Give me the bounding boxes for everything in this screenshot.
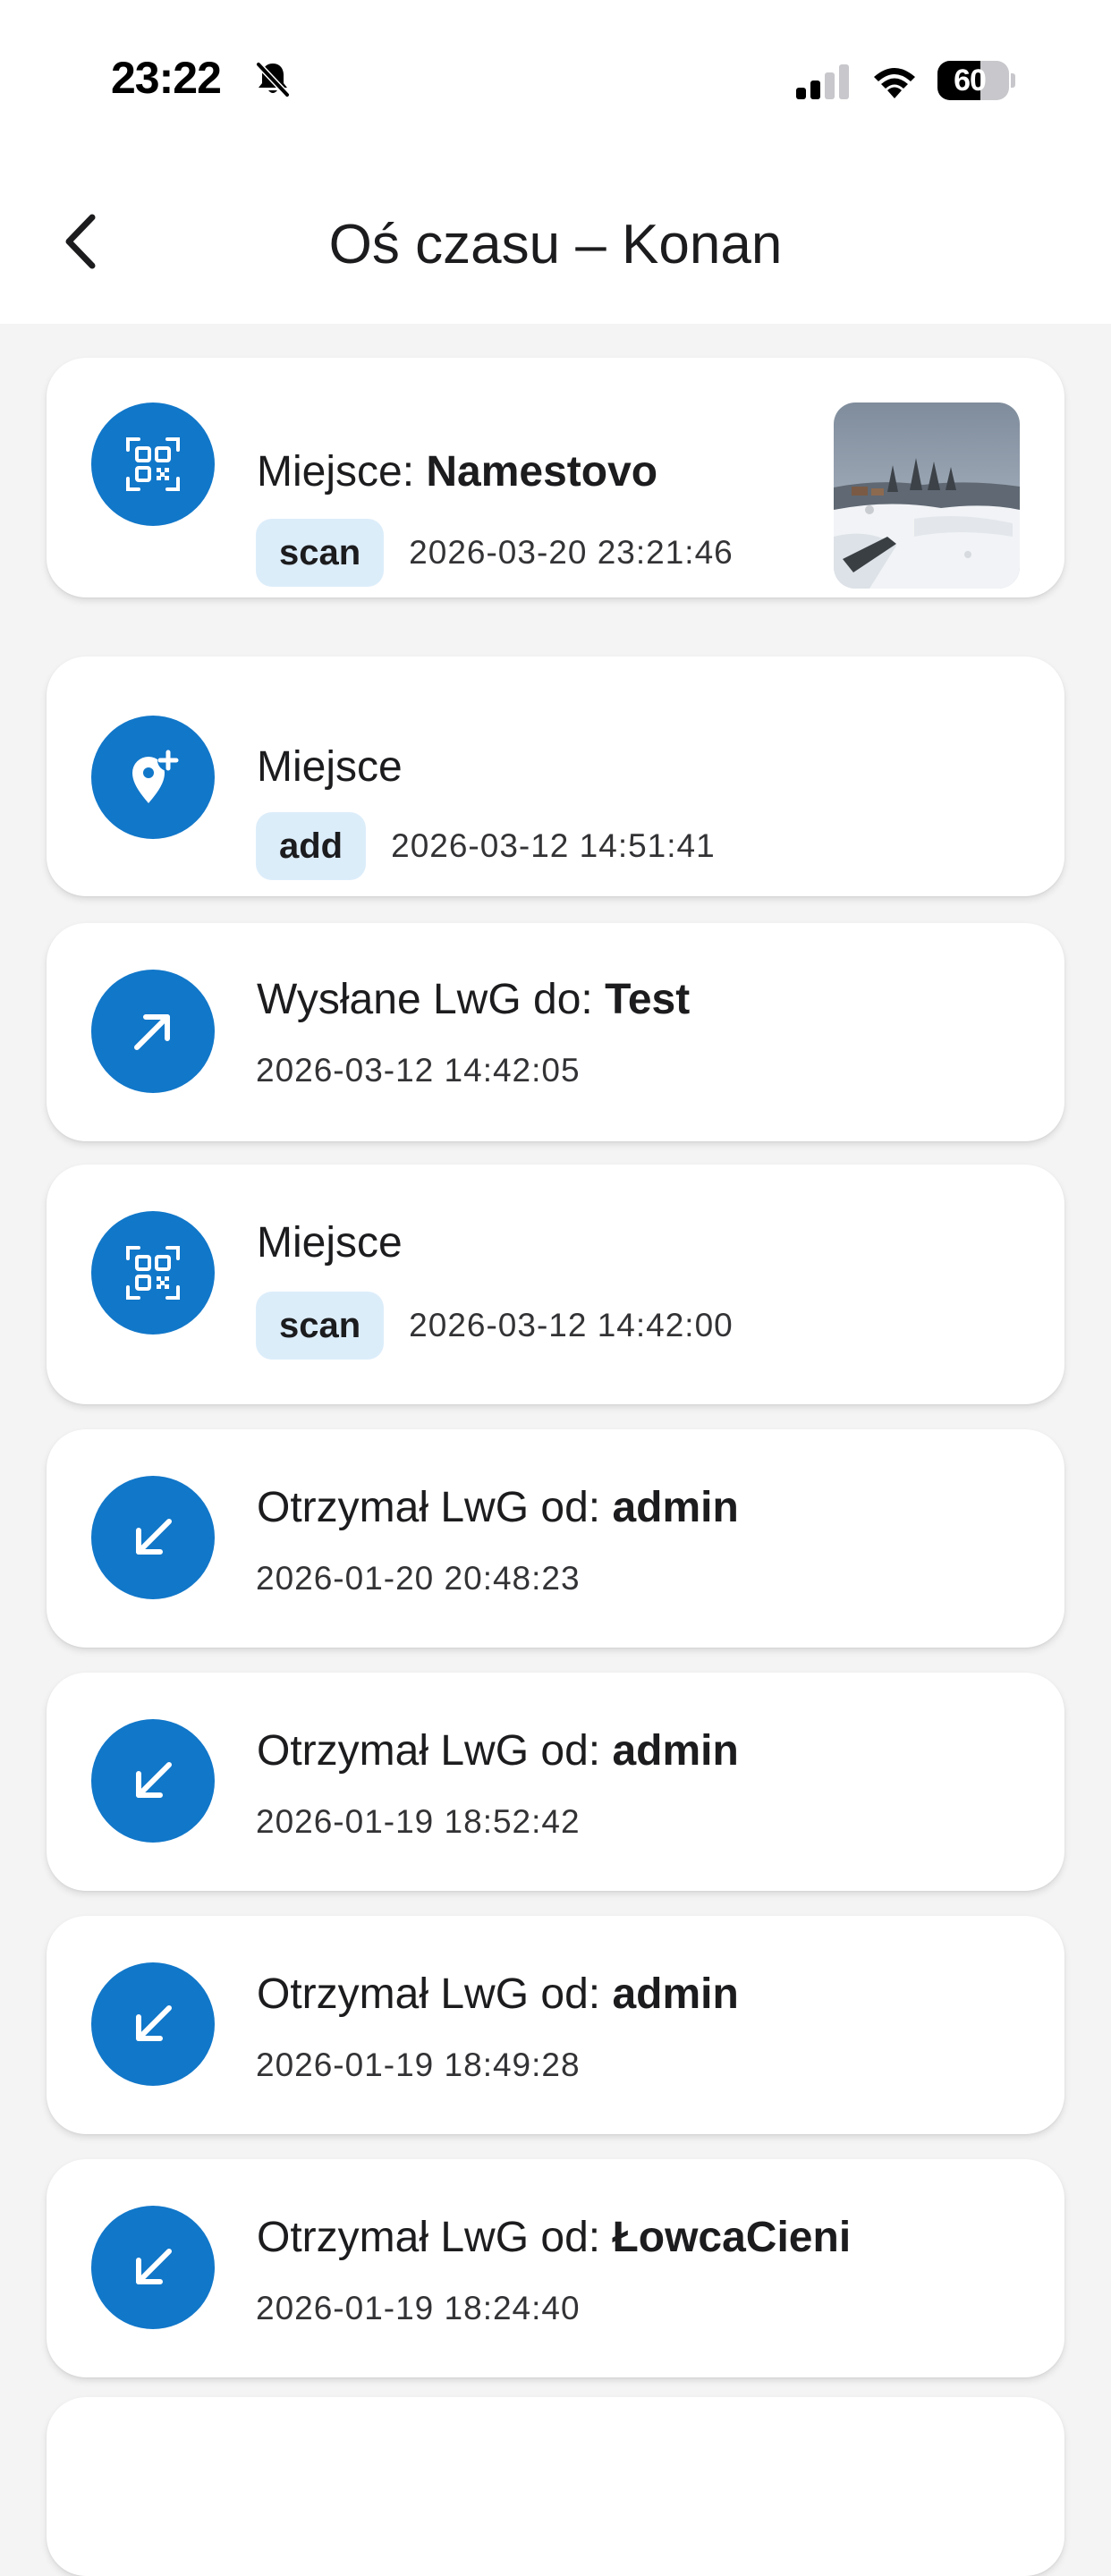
- event-label: Miejsce: [257, 743, 403, 791]
- battery-level: 60: [954, 64, 987, 97]
- event-meta: 2026-03-12 14:42:05: [256, 1052, 581, 1089]
- arrow-down-left-icon: [91, 2206, 215, 2329]
- status-time: 23:22: [111, 53, 222, 103]
- event-title: Otrzymał LwG od: ŁowcaCieni: [257, 2213, 851, 2262]
- timeline-card[interactable]: Wysłane LwG do: Test 2026-03-12 14:42:05: [47, 923, 1064, 1141]
- event-meta: scan 2026-03-12 14:42:00: [256, 1292, 734, 1360]
- event-meta: add 2026-03-12 14:51:41: [256, 812, 716, 880]
- bell-slash-icon: [256, 62, 290, 97]
- event-title: Otrzymał LwG od: admin: [257, 1726, 739, 1775]
- timeline-card[interactable]: Otrzymał LwG od: ŁowcaCieni 2026-01-19 18…: [47, 2159, 1064, 2377]
- event-title: Miejsce: Namestovo: [257, 447, 657, 496]
- timeline-card[interactable]: Otrzymał LwG od: admin 2026-01-19 18:52:4…: [47, 1673, 1064, 1891]
- event-meta: 2026-01-19 18:52:42: [256, 1803, 581, 1841]
- event-title: Miejsce: [257, 742, 403, 792]
- arrow-down-left-icon: [91, 1962, 215, 2086]
- event-timestamp: 2026-03-20 23:21:46: [409, 534, 734, 571]
- event-separator: :: [402, 448, 427, 496]
- timeline-card[interactable]: Otrzymał LwG od: admin 2026-01-19 18:49:2…: [47, 1916, 1064, 2134]
- event-separator: :: [588, 2214, 613, 2261]
- event-label: Otrzymał LwG od: [257, 1970, 589, 2018]
- event-type-tag: add: [256, 812, 367, 880]
- event-meta: 2026-01-19 18:24:40: [256, 2290, 581, 2327]
- event-title: Otrzymał LwG od: admin: [257, 1483, 739, 1532]
- battery-icon: 60: [937, 61, 1015, 100]
- qr-code-icon: [91, 402, 215, 526]
- event-label: Miejsce: [257, 448, 403, 496]
- event-separator: :: [581, 976, 606, 1023]
- map-pin-plus-icon: [91, 716, 215, 839]
- qr-code-icon: [91, 1211, 215, 1335]
- event-subject: admin: [612, 1727, 739, 1775]
- battery-cap: [1011, 73, 1015, 88]
- event-label: Wysłane LwG do: [257, 976, 581, 1023]
- cellular-signal-icon: [796, 64, 849, 99]
- event-timestamp: 2026-03-12 14:42:00: [409, 1307, 734, 1343]
- event-separator: :: [588, 1727, 613, 1775]
- event-separator: :: [588, 1484, 613, 1531]
- event-subject: admin: [612, 1484, 739, 1531]
- event-title: Miejsce: [257, 1218, 403, 1267]
- event-timestamp: 2026-01-19 18:52:42: [256, 1803, 581, 1840]
- event-meta: 2026-01-19 18:49:28: [256, 2046, 581, 2084]
- battery-body: 60: [937, 61, 1009, 100]
- event-timestamp: 2026-03-12 14:51:41: [391, 827, 716, 864]
- event-title: Otrzymał LwG od: admin: [257, 1970, 739, 2019]
- event-type-tag: scan: [256, 519, 385, 587]
- arrow-down-left-icon: [91, 1476, 215, 1599]
- event-label: Miejsce: [257, 1219, 403, 1267]
- event-separator: :: [588, 1970, 613, 2018]
- event-subject: Test: [605, 976, 691, 1023]
- event-timestamp: 2026-01-20 20:48:23: [256, 1560, 581, 1597]
- arrow-down-left-icon: [91, 1719, 215, 1843]
- timeline-card[interactable]: Miejsce: Namestovo scan 2026-03-20 23:21:4…: [47, 358, 1064, 597]
- timeline-card[interactable]: Otrzymał LwG od: admin 2026-01-20 20:48:2…: [47, 1429, 1064, 1648]
- event-label: Otrzymał LwG od: [257, 2214, 589, 2261]
- place-photo-thumbnail[interactable]: [834, 402, 1020, 589]
- event-timestamp: 2026-01-19 18:49:28: [256, 2046, 581, 2083]
- event-timestamp: 2026-01-19 18:24:40: [256, 2290, 581, 2326]
- timeline-card-partial[interactable]: [47, 2397, 1064, 2576]
- event-meta: scan 2026-03-20 23:21:46: [256, 519, 734, 587]
- event-type-tag: scan: [256, 1292, 385, 1360]
- event-subject: ŁowcaCieni: [612, 2214, 852, 2261]
- event-title: Wysłane LwG do: Test: [257, 975, 690, 1024]
- event-label: Otrzymał LwG od: [257, 1484, 589, 1531]
- event-subject: admin: [612, 1970, 739, 2018]
- timeline-card[interactable]: Miejsce add 2026-03-12 14:51:41: [47, 657, 1064, 896]
- arrow-up-right-icon: [91, 970, 215, 1093]
- top-bar: 23:22 60 Oś czasu – Konan: [0, 0, 1111, 324]
- event-meta: 2026-01-20 20:48:23: [256, 1560, 581, 1597]
- event-label: Otrzymał LwG od: [257, 1727, 589, 1775]
- wifi-icon: [874, 68, 915, 98]
- event-subject: Namestovo: [426, 448, 658, 496]
- page-title: Oś czasu – Konan: [328, 214, 783, 275]
- event-timestamp: 2026-03-12 14:42:05: [256, 1052, 581, 1089]
- timeline-card[interactable]: Miejsce scan 2026-03-12 14:42:00: [47, 1165, 1064, 1404]
